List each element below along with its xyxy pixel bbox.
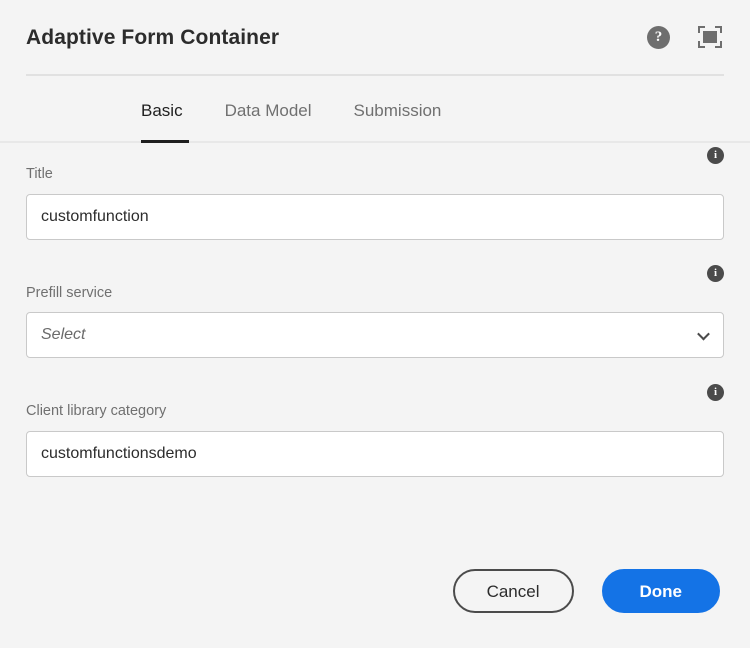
fullscreen-icon xyxy=(698,26,722,48)
prefill-service-select[interactable]: Select xyxy=(26,312,724,358)
header-divider xyxy=(26,74,724,76)
tab-submission[interactable]: Submission xyxy=(354,102,442,141)
done-button[interactable]: Done xyxy=(602,569,721,613)
info-icon[interactable]: i xyxy=(707,384,724,401)
cancel-button[interactable]: Cancel xyxy=(453,569,574,613)
dialog-header: Adaptive Form Container ? xyxy=(0,0,750,74)
page-title: Adaptive Form Container xyxy=(26,27,279,48)
form-body: i Title i Prefill service Select i Clien… xyxy=(0,143,750,477)
title-label: Title xyxy=(26,167,724,182)
info-icon[interactable]: i xyxy=(707,147,724,164)
help-icon: ? xyxy=(647,26,670,49)
title-input[interactable] xyxy=(26,194,724,240)
tab-data-model[interactable]: Data Model xyxy=(225,102,312,141)
field-prefill-service: i Prefill service Select xyxy=(26,262,724,359)
header-actions: ? xyxy=(647,26,722,49)
prefill-service-select-wrap: Select xyxy=(26,312,724,358)
dialog-footer: Cancel Done xyxy=(0,552,750,648)
tab-basic[interactable]: Basic xyxy=(141,102,183,141)
help-button[interactable]: ? xyxy=(647,26,670,49)
client-library-info-row: i xyxy=(26,380,724,404)
field-client-library-category: i Client library category xyxy=(26,380,724,477)
field-title: i Title xyxy=(26,143,724,240)
client-library-category-input[interactable] xyxy=(26,431,724,477)
info-icon[interactable]: i xyxy=(707,265,724,282)
fullscreen-button[interactable] xyxy=(698,26,722,48)
title-info-row: i xyxy=(26,143,724,167)
prefill-service-label: Prefill service xyxy=(26,286,724,301)
client-library-category-label: Client library category xyxy=(26,404,724,419)
prefill-info-row: i xyxy=(26,262,724,286)
prefill-service-selected-value: Select xyxy=(41,326,85,344)
tab-bar: Basic Data Model Submission xyxy=(0,102,750,143)
